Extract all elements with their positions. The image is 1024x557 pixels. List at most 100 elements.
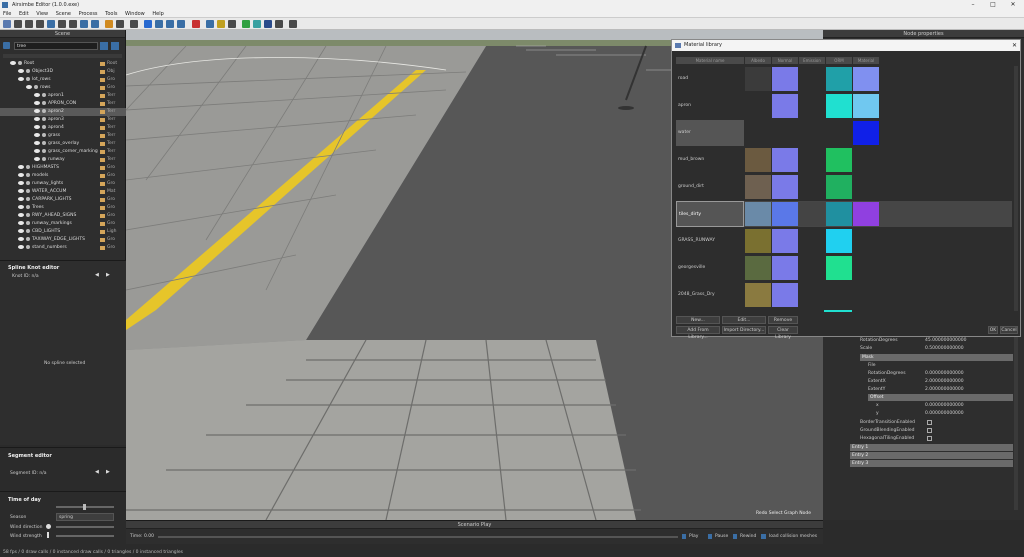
- visibility-eye-icon[interactable]: [34, 148, 40, 153]
- visibility-eye-icon[interactable]: [34, 100, 40, 105]
- ok-button[interactable]: OK: [988, 326, 998, 334]
- wind-direction-slider[interactable]: [56, 526, 114, 528]
- prop-value[interactable]: 45.000000000000: [925, 337, 967, 345]
- albedo-swatch[interactable]: [745, 175, 771, 199]
- visibility-eye-icon[interactable]: [18, 244, 24, 249]
- visibility-eye-icon[interactable]: [18, 76, 24, 81]
- tree-item-runway[interactable]: runway Terr: [0, 156, 126, 164]
- orm-swatch[interactable]: [826, 256, 852, 280]
- material-row-grass-runway[interactable]: GRASS_RUNWAY: [676, 228, 1012, 254]
- material-row-georgesville[interactable]: georgesville: [676, 255, 1012, 281]
- tree-item-lot-rows[interactable]: lot_rows Gro: [0, 76, 126, 84]
- tree-item-apron4[interactable]: apron4 Terr: [0, 124, 126, 132]
- normal-swatch[interactable]: [772, 67, 798, 91]
- menu-process[interactable]: Process: [76, 10, 101, 18]
- visibility-eye-icon[interactable]: [18, 196, 24, 201]
- albedo-swatch[interactable]: [745, 67, 771, 91]
- visibility-eye-icon[interactable]: [34, 140, 40, 145]
- visibility-eye-icon[interactable]: [18, 172, 24, 177]
- segment-prev-icon[interactable]: ◀: [95, 470, 100, 475]
- material-icon[interactable]: [105, 20, 113, 28]
- grass-icon[interactable]: [242, 20, 250, 28]
- load-collision-label[interactable]: load collision meshes: [769, 534, 817, 539]
- pause-icon[interactable]: [708, 534, 712, 539]
- material-row-water[interactable]: water: [676, 120, 1012, 146]
- prop-value[interactable]: 0.000000000000: [925, 410, 964, 418]
- visibility-eye-icon[interactable]: [18, 212, 24, 217]
- export-icon[interactable]: [58, 20, 66, 28]
- orm-swatch[interactable]: [826, 229, 852, 253]
- tree-item-trees[interactable]: Trees Gro: [0, 204, 126, 212]
- entry-2[interactable]: Entry 2: [850, 452, 1013, 459]
- tree-item-rwy-ahead-signs[interactable]: RWY_AHEAD_SIGNS Gro: [0, 212, 126, 220]
- visibility-eye-icon[interactable]: [34, 132, 40, 137]
- import-directory-button[interactable]: Import Directory...: [722, 326, 766, 334]
- select-icon[interactable]: [144, 20, 152, 28]
- save-as-icon[interactable]: [36, 20, 44, 28]
- pause-label[interactable]: Pause: [715, 534, 728, 539]
- albedo-swatch[interactable]: [745, 202, 771, 226]
- wind-strength-handle[interactable]: [47, 532, 49, 538]
- menu-window[interactable]: Window: [122, 10, 148, 18]
- tree-item-models[interactable]: models Gro: [0, 172, 126, 180]
- play-label[interactable]: Play: [689, 534, 698, 539]
- close-button[interactable]: ✕: [1005, 0, 1021, 10]
- normal-swatch[interactable]: [772, 175, 798, 199]
- scenario-timeline[interactable]: [158, 536, 678, 538]
- tree-item-apron-con[interactable]: APRON_CON Terr: [0, 100, 126, 108]
- tree-item-apron1[interactable]: apron1 Terr: [0, 92, 126, 100]
- visibility-eye-icon[interactable]: [34, 156, 40, 161]
- prev-arrow-icon[interactable]: ◀: [95, 273, 100, 278]
- material-swatch[interactable]: [853, 67, 879, 91]
- visibility-eye-icon[interactable]: [34, 92, 40, 97]
- prop-value[interactable]: 2.000000000000: [925, 378, 964, 386]
- new-icon[interactable]: [3, 20, 11, 28]
- scale-icon[interactable]: [177, 20, 185, 28]
- move-icon[interactable]: [155, 20, 163, 28]
- segment-next-icon[interactable]: ▶: [106, 470, 111, 475]
- maximize-button[interactable]: □: [985, 0, 1001, 10]
- tree-item-grass-corner-marking[interactable]: grass_corner_marking Terr: [0, 148, 126, 156]
- albedo-swatch[interactable]: [745, 229, 771, 253]
- light-icon[interactable]: [264, 20, 272, 28]
- edit-material-button[interactable]: Edit...: [722, 316, 766, 324]
- material-row-apron[interactable]: apron: [676, 93, 1012, 119]
- paint-icon[interactable]: [116, 20, 124, 28]
- prop-value[interactable]: 0.500000000000: [925, 345, 964, 353]
- tree-item-water-accum[interactable]: WATER_ACCUM Mat: [0, 188, 126, 196]
- brush-icon[interactable]: [228, 20, 236, 28]
- material-list[interactable]: road apron water mud_brown ground_dirt tiles_…: [672, 66, 1017, 311]
- cancel-button[interactable]: Cancel: [1000, 326, 1018, 334]
- delete-icon[interactable]: [192, 20, 200, 28]
- tree-item-grass[interactable]: grass Terr: [0, 132, 126, 140]
- tree-item-rows[interactable]: rows Gro: [0, 84, 126, 92]
- settings-icon[interactable]: [289, 20, 297, 28]
- normal-swatch[interactable]: [772, 94, 798, 118]
- offset-group-header[interactable]: Offset: [868, 394, 1013, 401]
- visibility-eye-icon[interactable]: [18, 220, 24, 225]
- undo-icon[interactable]: [80, 20, 88, 28]
- material-row-ground-dirt[interactable]: ground_dirt: [676, 174, 1012, 200]
- menu-tools[interactable]: Tools: [102, 10, 120, 18]
- normal-swatch[interactable]: [772, 148, 798, 172]
- visibility-eye-icon[interactable]: [10, 60, 16, 65]
- orm-swatch[interactable]: [826, 94, 852, 118]
- menu-help[interactable]: Help: [149, 10, 166, 18]
- visibility-eye-icon[interactable]: [26, 84, 32, 89]
- material-swatch[interactable]: [853, 94, 879, 118]
- orm-swatch[interactable]: [826, 148, 852, 172]
- menu-scene[interactable]: Scene: [53, 10, 74, 18]
- open-icon[interactable]: [14, 20, 22, 28]
- tree-item-runway-markings[interactable]: runway_markings Gro: [0, 220, 126, 228]
- spline-icon[interactable]: [206, 20, 214, 28]
- normal-swatch[interactable]: [772, 256, 798, 280]
- redo-icon[interactable]: [91, 20, 99, 28]
- material-swatch[interactable]: [853, 121, 879, 145]
- visibility-eye-icon[interactable]: [18, 204, 24, 209]
- tree-item-carpark-lights[interactable]: CARPARK_LIGHTS Gro: [0, 196, 126, 204]
- material-row-tiles-dirty[interactable]: tiles_dirty: [676, 201, 1012, 227]
- load-collision-checkbox[interactable]: [761, 534, 766, 539]
- clear-library-button[interactable]: Clear Library: [768, 326, 798, 340]
- tree-item-root[interactable]: Root Root: [0, 60, 126, 68]
- move-down-icon[interactable]: [111, 42, 119, 50]
